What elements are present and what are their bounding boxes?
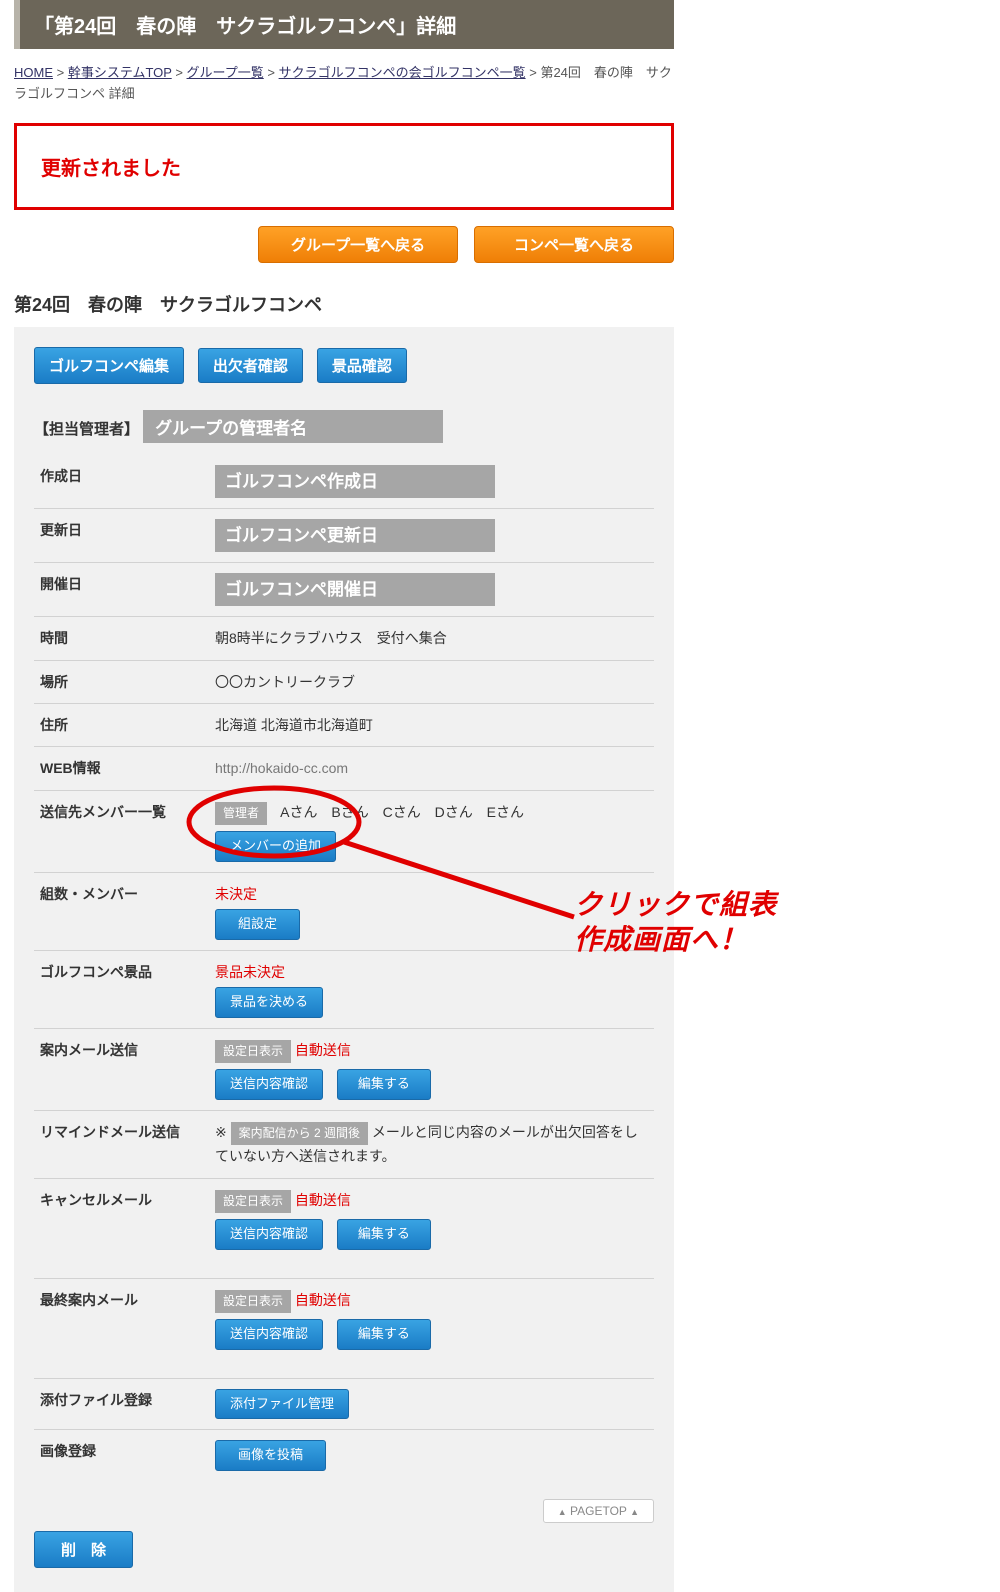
key-web: WEB情報 [34,747,209,790]
cancel-auto: 自動送信 [295,1192,351,1208]
annotation-callout: クリックで組表 作成画面へ！ [574,887,777,957]
row-attach: 添付ファイル登録 添付ファイル管理 [34,1378,654,1430]
key-held: 開催日 [34,562,209,616]
pagetop-row: ▲ PAGETOP ▲ [34,1499,654,1523]
page-title-bar: 「第24回 春の陣 サクラゴルフコンペ」詳細 [14,0,674,49]
detail-panel: ゴルフコンペ編集 出欠者確認 景品確認 【担当管理者】 グループの管理者名 作成… [14,327,674,1592]
key-attach: 添付ファイル登録 [34,1378,209,1430]
member-3: Dさん [435,804,473,820]
group-setting-button[interactable]: 組設定 [215,909,300,940]
row-web: WEB情報 http://hokaido-cc.com [34,747,654,790]
row-groups: 組数・メンバー 未決定 組設定 [34,872,654,950]
top-actions: ゴルフコンペ編集 出欠者確認 景品確認 [34,347,654,384]
row-guide-mail: 案内メール送信 設定日表示 自動送信 送信内容確認 編集する [34,1029,654,1111]
crumb-home[interactable]: HOME [14,65,53,80]
pagetop-label: PAGETOP [570,1504,627,1518]
cancel-edit-button[interactable]: 編集する [337,1219,431,1250]
crumb-group-list[interactable]: グループ一覧 [187,65,264,80]
admin-row: 【担当管理者】 グループの管理者名 [34,410,654,443]
triangle-up-icon: ▲ [558,1507,567,1517]
add-member-button[interactable]: メンバーの追加 [215,831,336,862]
remind-prefix: ※ [215,1124,227,1140]
admin-label: 【担当管理者】 [34,421,139,438]
edit-compo-button[interactable]: ゴルフコンペ編集 [34,347,184,384]
key-address: 住所 [34,703,209,746]
val-updated: ゴルフコンペ更新日 [215,519,495,552]
key-created: 作成日 [34,455,209,509]
key-place: 場所 [34,660,209,703]
member-1: Bさん [331,804,368,820]
attach-manage-button[interactable]: 添付ファイル管理 [215,1389,349,1420]
key-guide-mail: 案内メール送信 [34,1029,209,1111]
member-0: Aさん [280,804,317,820]
pagetop-button[interactable]: ▲ PAGETOP ▲ [543,1499,654,1523]
member-list: 管理者 Aさん Bさん Cさん Dさん Eさん [215,801,648,825]
crumb-kanji-top[interactable]: 幹事システムTOP [68,65,172,80]
val-created: ゴルフコンペ作成日 [215,465,495,498]
key-remind-mail: リマインドメール送信 [34,1111,209,1179]
cancel-confirm-button[interactable]: 送信内容確認 [215,1219,323,1250]
attendance-button[interactable]: 出欠者確認 [198,348,303,383]
flash-message-box: 更新されました [14,123,674,210]
row-created: 作成日 ゴルフコンペ作成日 [34,455,654,509]
row-image: 画像登録 画像を投稿 [34,1430,654,1481]
key-prizes: ゴルフコンペ景品 [34,950,209,1028]
guide-confirm-button[interactable]: 送信内容確認 [215,1069,323,1100]
row-place: 場所 〇〇カントリークラブ [34,660,654,703]
page-title: 「第24回 春の陣 サクラゴルフコンペ」詳細 [34,16,456,38]
prizes-status: 景品未決定 [215,961,648,983]
delete-button[interactable]: 削 除 [34,1531,133,1568]
row-final-mail: 最終案内メール 設定日表示 自動送信 送信内容確認 編集する [34,1278,654,1378]
member-2: Cさん [383,804,421,820]
row-cancel-mail: キャンセルメール 設定日表示 自動送信 送信内容確認 編集する [34,1178,654,1278]
row-members: 送信先メンバー一覧 管理者 Aさん Bさん Cさん Dさん Eさん メンバーの追… [34,790,654,872]
val-place: 〇〇カントリークラブ [209,660,654,703]
row-address: 住所 北海道 北海道市北海道町 [34,703,654,746]
flash-message: 更新されました [41,152,647,181]
decide-prize-button[interactable]: 景品を決める [215,987,323,1018]
row-updated: 更新日 ゴルフコンペ更新日 [34,508,654,562]
nav-row: グループ一覧へ戻る コンペ一覧へ戻る [14,226,674,263]
final-date-tag: 設定日表示 [215,1290,291,1313]
key-groups: 組数・メンバー [34,872,209,950]
detail-table: 作成日 ゴルフコンペ作成日 更新日 ゴルフコンペ更新日 開催日 ゴルフコンペ開催… [34,455,654,1482]
row-prizes: ゴルフコンペ景品 景品未決定 景品を決める [34,950,654,1028]
remind-tag: 案内配信から 2 週間後 [231,1122,368,1145]
key-updated: 更新日 [34,508,209,562]
val-web: http://hokaido-cc.com [215,760,348,776]
final-confirm-button[interactable]: 送信内容確認 [215,1319,323,1350]
admin-value: グループの管理者名 [143,410,443,443]
cancel-date-tag: 設定日表示 [215,1190,291,1213]
triangle-up-icon: ▲ [630,1507,639,1517]
admin-tag: 管理者 [215,802,267,825]
post-image-button[interactable]: 画像を投稿 [215,1440,326,1471]
key-time: 時間 [34,617,209,660]
guide-auto: 自動送信 [295,1042,351,1058]
member-4: Eさん [487,804,524,820]
row-held: 開催日 ゴルフコンペ開催日 [34,562,654,616]
callout-text: クリックで組表 作成画面へ！ [574,889,777,955]
final-edit-button[interactable]: 編集する [337,1319,431,1350]
val-held: ゴルフコンペ開催日 [215,573,495,606]
key-image: 画像登録 [34,1430,209,1481]
final-auto: 自動送信 [295,1292,351,1308]
key-members: 送信先メンバー一覧 [34,790,209,872]
breadcrumb: HOME > 幹事システムTOP > グループ一覧 > サクラゴルフコンペの会ゴ… [14,63,674,105]
row-remind-mail: リマインドメール送信 ※ 案内配信から 2 週間後 メールと同じ内容のメールが出… [34,1111,654,1179]
section-heading: 第24回 春の陣 サクラゴルフコンペ [14,291,674,317]
prize-check-button[interactable]: 景品確認 [317,348,407,383]
back-compo-list-button[interactable]: コンペ一覧へ戻る [474,226,674,263]
key-cancel-mail: キャンセルメール [34,1178,209,1278]
guide-edit-button[interactable]: 編集する [337,1069,431,1100]
val-time: 朝8時半にクラブハウス 受付へ集合 [209,617,654,660]
crumb-compo-list[interactable]: サクラゴルフコンペの会ゴルフコンペ一覧 [279,65,526,80]
back-group-list-button[interactable]: グループ一覧へ戻る [258,226,458,263]
guide-date-tag: 設定日表示 [215,1040,291,1063]
row-time: 時間 朝8時半にクラブハウス 受付へ集合 [34,617,654,660]
val-address: 北海道 北海道市北海道町 [209,703,654,746]
key-final-mail: 最終案内メール [34,1278,209,1378]
